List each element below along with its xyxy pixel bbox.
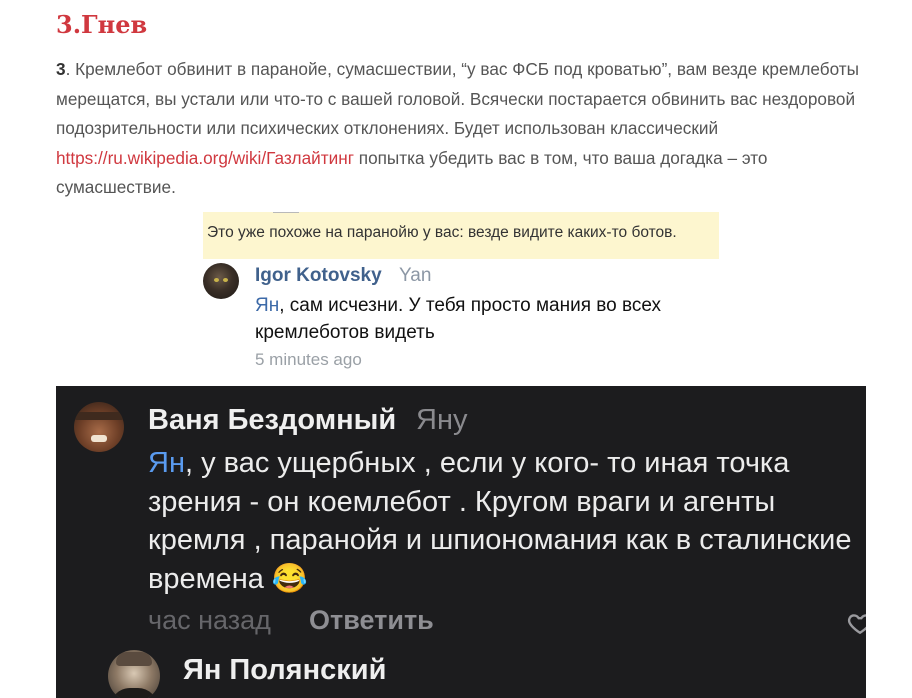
avatar-eye [214, 278, 219, 282]
avatar[interactable] [203, 263, 239, 299]
paragraph-text-before: . Кремлебот обвинит в паранойе, сумасшес… [56, 59, 860, 138]
avatar-eye [223, 278, 228, 282]
quote-connector [273, 212, 299, 216]
quoted-comment-text: Это уже похоже на паранойю у вас: везде … [207, 224, 677, 241]
avatar-mouth [91, 435, 107, 442]
comment-text: Ян, сам исчезни. У тебя просто мания во … [255, 292, 725, 346]
article-paragraph: 3. Кремлебот обвинит в паранойе, сумасше… [56, 55, 871, 203]
heart-icon[interactable] [847, 610, 866, 636]
avatar[interactable] [74, 402, 124, 452]
section-heading: 3.Гнев [56, 10, 148, 39]
avatar-body [110, 688, 158, 698]
reply-to-name: Yan [399, 265, 432, 286]
avatar-headband [74, 412, 124, 420]
comment-screenshot-2: Ваня Бездомный Яну Ян, у вас ущербных , … [56, 386, 866, 698]
comment-text: Ян, у вас ущербных , если у кого- то ина… [148, 444, 863, 598]
comment-screenshot-1: Это уже похоже на паранойю у вас: везде … [203, 212, 723, 382]
comment-body: , сам исчезни. У тебя просто мания во вс… [255, 295, 662, 343]
comment-author[interactable]: Ян Полянский [183, 654, 386, 687]
comment-body: , у вас ущербных , если у кого- то иная … [148, 447, 852, 595]
quoted-comment: Это уже похоже на паранойю у вас: везде … [203, 212, 719, 259]
comment-timestamp: час назад [148, 605, 271, 635]
comment-timestamp: 5 minutes ago [255, 350, 362, 369]
mention-link[interactable]: Ян [148, 447, 185, 479]
wikipedia-link[interactable]: https://ru.wikipedia.org/wiki/Газлайтинг [56, 148, 354, 168]
reply-button[interactable]: Ответить [309, 605, 434, 636]
avatar[interactable] [108, 650, 160, 698]
avatar-hair [116, 652, 152, 666]
mention-link[interactable]: Ян [255, 295, 279, 316]
paragraph-number: 3 [56, 59, 66, 79]
comment-author[interactable]: Igor Kotovsky [255, 265, 382, 287]
comment-author[interactable]: Ваня Бездомный [148, 404, 396, 437]
reply-to-name: Яну [416, 404, 468, 436]
